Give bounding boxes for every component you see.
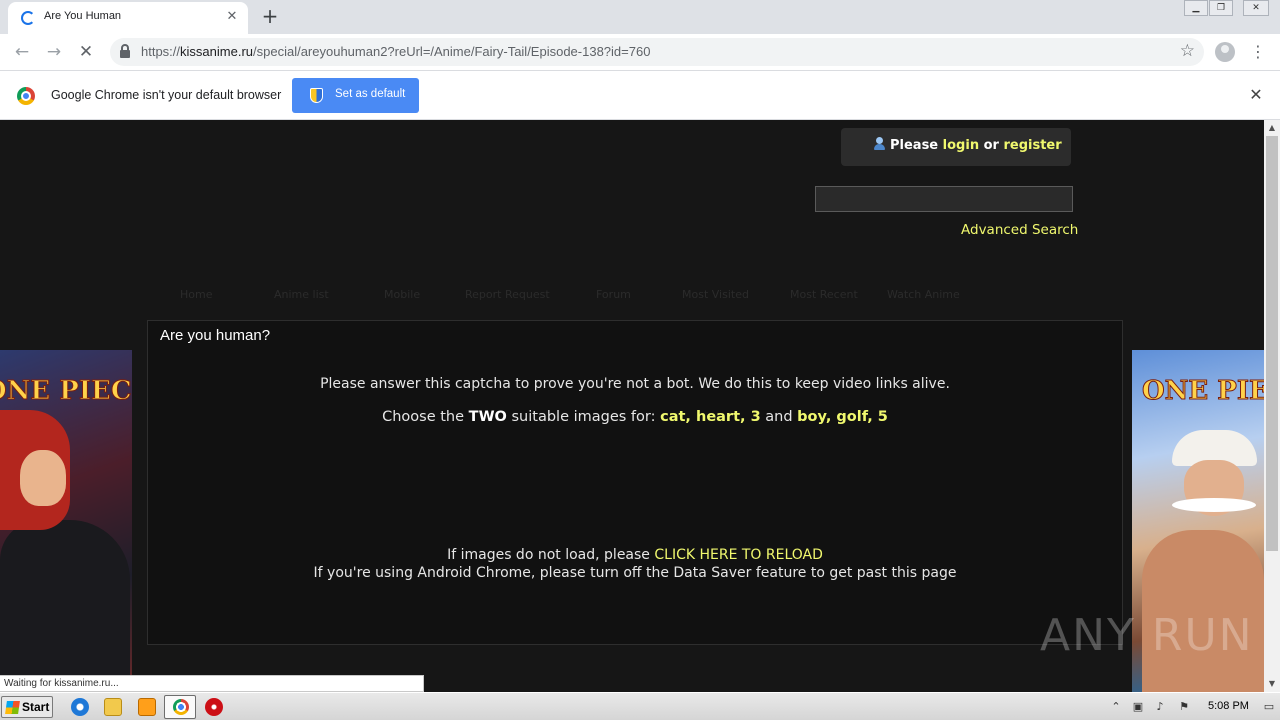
minimize-button[interactable]: ▁ (1184, 0, 1208, 16)
tab-strip: Are You Human ✕ + ▁ ❐ ✕ (0, 0, 1280, 34)
reload-link[interactable]: CLICK HERE TO RELOAD (654, 547, 823, 563)
status-bubble: Waiting for kissanime.ru... (0, 675, 424, 692)
url-scheme: https:// (141, 44, 181, 59)
media-player-icon[interactable] (138, 698, 156, 716)
captcha-choose-line: Choose the TWO suitable images for: cat,… (148, 409, 1122, 425)
user-icon (874, 137, 885, 151)
start-button[interactable]: Start (1, 696, 53, 718)
banner-figure-moustache (1172, 498, 1256, 512)
set-as-default-button[interactable]: Set as default (292, 78, 419, 113)
choose-and: and (765, 409, 793, 425)
action-center-flag-icon[interactable]: ⚑ (1178, 701, 1190, 713)
tray-expand-icon[interactable]: ⌃ (1110, 701, 1122, 713)
captcha-instruction: Please answer this captcha to prove you'… (320, 376, 950, 392)
new-tab-button[interactable]: + (259, 6, 281, 28)
reload-line: If images do not load, please CLICK HERE… (148, 547, 1122, 563)
scroll-thumb[interactable] (1266, 136, 1278, 551)
chrome-menu-icon[interactable]: ⋮ (1250, 40, 1266, 64)
system-tray: ⌃ ▣ ♪ ⚑ 5:08 PM ▭ (1106, 695, 1280, 719)
start-label: Start (22, 700, 50, 714)
android-note: If you're using Android Chrome, please t… (313, 565, 957, 581)
address-bar[interactable]: https://kissanime.ru/special/areyouhuman… (110, 38, 1204, 66)
infobar-close-icon[interactable]: ✕ (1248, 86, 1264, 104)
site-search-input[interactable] (815, 186, 1073, 212)
scroll-down-arrow-icon[interactable]: ▼ (1264, 676, 1280, 692)
banner-right-logo: ONE PIECE (1141, 376, 1264, 407)
login-box: Please login or register (841, 128, 1071, 166)
taskbar-clock[interactable]: 5:08 PM (1208, 700, 1249, 712)
tab-title: Are You Human (44, 10, 122, 22)
opera-icon[interactable] (205, 698, 223, 716)
default-browser-infobar: Google Chrome isn't your default browser… (0, 71, 1280, 120)
nav-item-anime-list[interactable]: Anime list (274, 288, 329, 301)
loading-spinner-icon (21, 11, 35, 25)
infobar-message: Google Chrome isn't your default browser (51, 88, 282, 102)
forward-arrow-icon[interactable]: → (42, 40, 66, 64)
windows-flag-icon (5, 701, 20, 714)
page-scrollbar[interactable]: ▲ ▼ (1264, 120, 1280, 692)
site-nav-menu: Home Anime list Mobile Report Request Fo… (160, 288, 1120, 308)
nav-item-forum[interactable]: Forum (596, 288, 631, 301)
login-or: or (983, 138, 999, 153)
choose-prefix: Choose the (382, 409, 465, 425)
captcha-box: Are you human? Please answer this captch… (147, 320, 1123, 645)
nav-item-home[interactable]: Home (180, 288, 212, 301)
register-link[interactable]: register (1003, 138, 1061, 153)
show-desktop-icon[interactable]: ▭ (1262, 701, 1276, 713)
browser-toolbar: ← → ✕ https://kissanime.ru/special/areyo… (0, 34, 1280, 71)
nav-item-mobile[interactable]: Mobile (384, 288, 420, 301)
banner-figure-coat (0, 520, 130, 692)
tab-close-icon[interactable]: ✕ (224, 9, 240, 25)
reload-prefix: If images do not load, please (447, 547, 650, 563)
uac-shield-icon (310, 88, 323, 103)
captcha-title: Are you human? (160, 327, 271, 344)
browser-tab[interactable]: Are You Human ✕ (8, 2, 248, 34)
restore-button[interactable]: ❐ (1209, 0, 1233, 16)
login-prefix: Please (890, 138, 939, 153)
login-link[interactable]: login (943, 138, 979, 153)
profile-avatar-icon[interactable] (1215, 42, 1235, 62)
network-icon[interactable]: ▣ (1132, 701, 1144, 713)
file-explorer-icon[interactable] (104, 698, 122, 716)
bookmark-star-icon[interactable]: ☆ (1180, 41, 1195, 61)
window-close-button[interactable]: ✕ (1243, 0, 1269, 16)
lock-icon[interactable] (120, 44, 130, 58)
url-path: /special/areyouhuman2?reUrl=/Anime/Fairy… (253, 44, 651, 59)
nav-item-most-recent[interactable]: Most Recent (790, 288, 858, 301)
nav-item-most-visited[interactable]: Most Visited (682, 288, 749, 301)
url-host: kissanime.ru (180, 44, 253, 59)
scroll-up-arrow-icon[interactable]: ▲ (1264, 120, 1280, 136)
internet-explorer-icon[interactable] (71, 698, 89, 716)
nav-item-watch-anime[interactable]: Watch Anime (887, 288, 960, 301)
back-arrow-icon[interactable]: ← (10, 40, 34, 64)
nav-item-report-request[interactable]: Report Request (465, 288, 550, 301)
advanced-search-link[interactable]: Advanced Search (961, 222, 1078, 238)
chrome-taskbar-icon[interactable] (164, 695, 196, 719)
banner-left-logo: ONE PIECE (0, 376, 132, 407)
choose-middle: suitable images for: (511, 409, 656, 425)
captcha-keywords-1: cat, heart, 3 (660, 409, 761, 425)
anyrun-watermark: ANY RUN (1040, 610, 1254, 661)
chrome-logo-icon (17, 87, 35, 105)
windows-taskbar: Start ⌃ ▣ ♪ ⚑ 5:08 PM ▭ (0, 692, 1280, 720)
left-ad-banner[interactable]: ONE PIECE (0, 350, 132, 692)
volume-icon[interactable]: ♪ (1154, 701, 1166, 713)
choose-count: TWO (468, 409, 507, 425)
set-as-default-label: Set as default (335, 88, 406, 100)
stop-loading-icon[interactable]: ✕ (74, 40, 98, 64)
banner-figure-face (20, 450, 66, 506)
web-page: Please login or register Advanced Search… (0, 120, 1264, 692)
captcha-keywords-2: boy, golf, 5 (797, 409, 888, 425)
url-text[interactable]: https://kissanime.ru/special/areyouhuman… (141, 44, 650, 59)
login-text: Please login or register (890, 138, 1062, 153)
